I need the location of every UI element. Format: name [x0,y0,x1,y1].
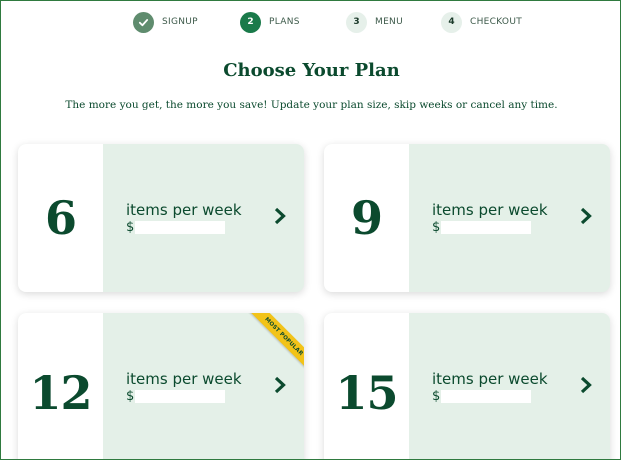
most-popular-badge: MOST POPULAR [247,313,304,373]
chevron-right-icon[interactable] [273,375,287,395]
chevron-right-icon[interactable] [579,375,593,395]
chevron-right-icon[interactable] [273,206,287,226]
price-redacted [135,389,226,403]
plan-price: $ [432,388,532,404]
plan-count-box: 15 [324,313,409,459]
plan-count-box: 9 [324,144,409,292]
plan-card-12[interactable]: 12 items per week $ MOST POPULAR [18,313,304,459]
chevron-right-icon[interactable] [579,206,593,226]
step-number: 2 [240,11,261,33]
most-popular-ribbon: MOST POPULAR [244,313,304,373]
price-redacted [441,389,532,403]
page-title: Choose Your Plan [223,60,400,81]
price-redacted [135,220,226,234]
plan-count: 6 [44,191,77,245]
price-currency: $ [126,388,135,404]
plan-card-6[interactable]: 6 items per week $ [18,144,304,292]
plan-price: $ [432,219,532,235]
check-icon [133,11,154,33]
step-number: 4 [441,11,462,33]
plan-count-box: 6 [18,144,103,292]
plan-unit-label: items per week [432,201,548,219]
step-menu[interactable]: 3 MENU [346,11,403,33]
badge-label: MOST POPULAR [263,316,304,357]
plan-count-box: 12 [18,313,103,459]
plan-unit-label: items per week [432,370,548,388]
step-checkout[interactable]: 4 CHECKOUT [441,11,522,33]
plan-count: 15 [335,366,398,420]
step-signup[interactable]: SIGNUP [133,11,198,33]
plan-unit-label: items per week [126,201,242,219]
price-currency: $ [432,388,441,404]
step-label: PLANS [269,17,300,27]
step-number: 3 [346,11,367,33]
plan-count: 12 [29,366,92,420]
price-currency: $ [432,219,441,235]
step-label: SIGNUP [162,17,198,27]
step-label: MENU [375,17,403,27]
progress-stepper: SIGNUP 2 PLANS 3 MENU 4 CHECKOUT [1,11,620,35]
plan-count: 9 [350,191,383,245]
page-frame: SIGNUP 2 PLANS 3 MENU 4 CHECKOUT Choose … [0,0,621,460]
step-plans[interactable]: 2 PLANS [240,11,300,33]
step-label: CHECKOUT [470,17,523,27]
plan-card-15[interactable]: 15 items per week $ [324,313,610,459]
plan-price: $ [126,219,226,235]
price-currency: $ [126,219,135,235]
plan-unit-label: items per week [126,370,242,388]
page-subtitle: The more you get, the more you save! Upd… [65,99,558,111]
plan-card-9[interactable]: 9 items per week $ [324,144,610,292]
plan-price: $ [126,388,226,404]
price-redacted [441,220,532,234]
